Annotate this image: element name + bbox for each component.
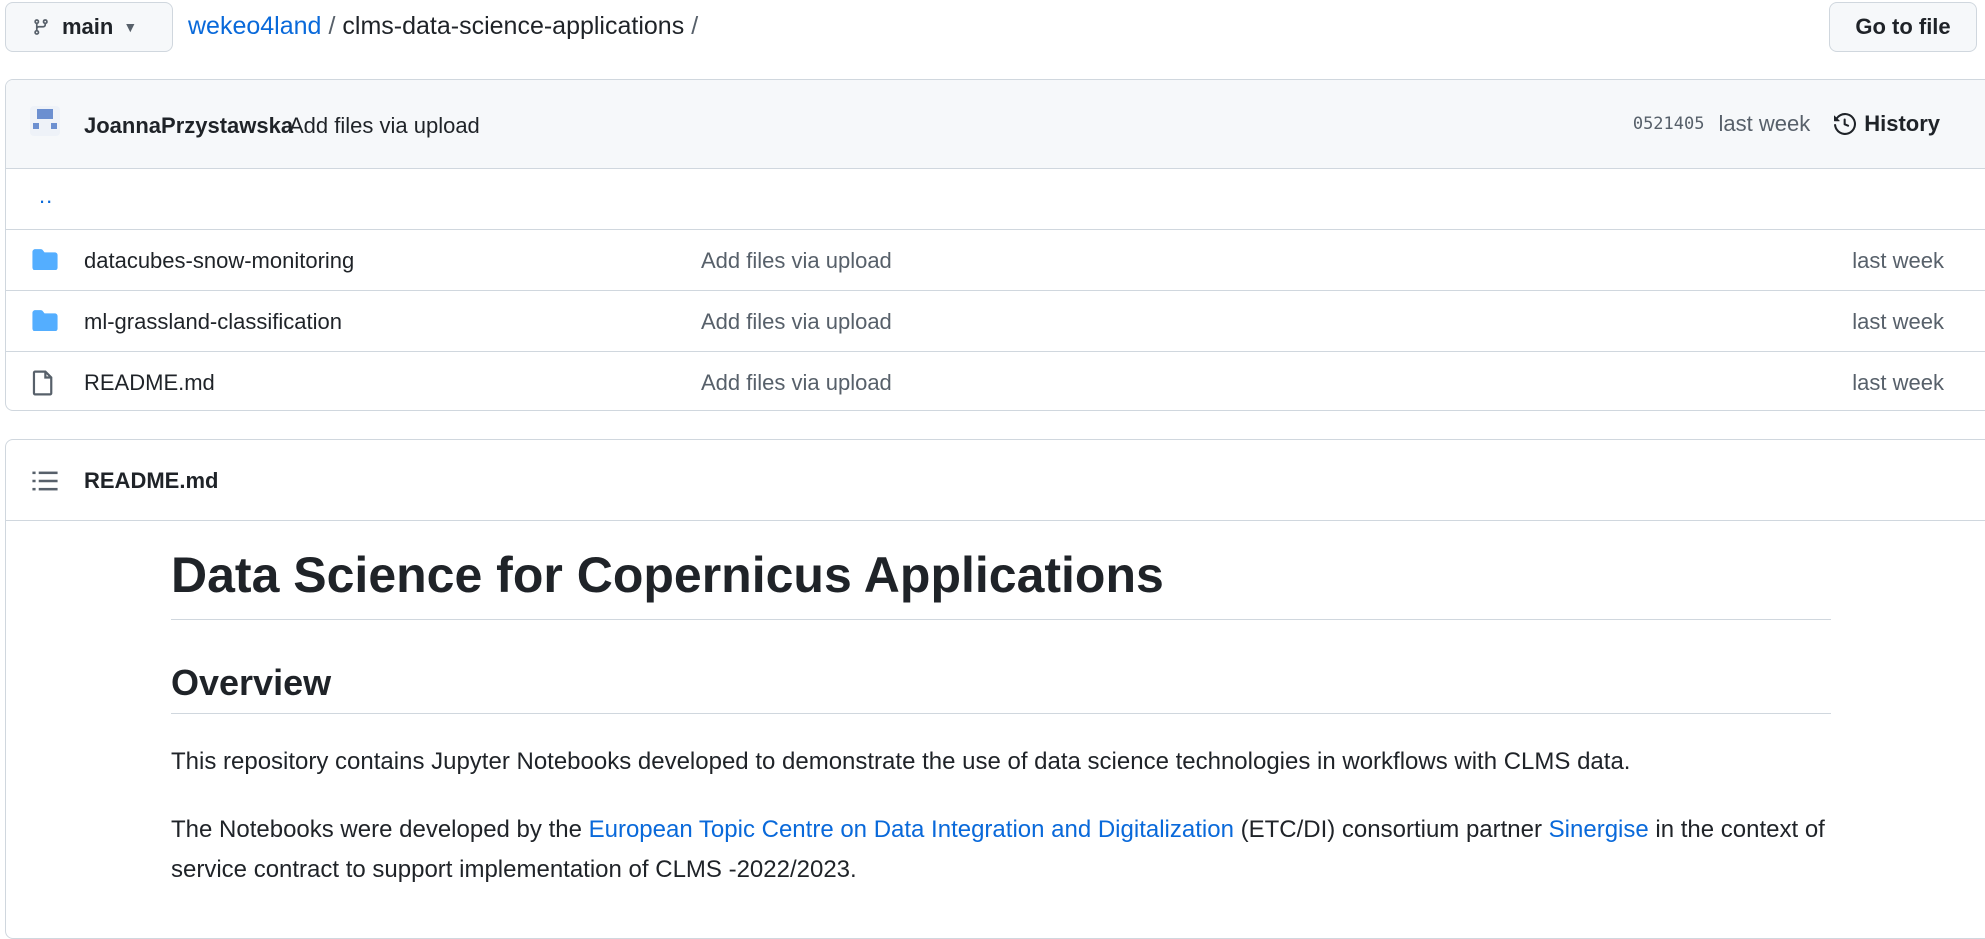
paragraph-text: (ETC/DI) consortium partner (1233, 816, 1549, 844)
caret-down-icon: ▼ (123, 19, 138, 35)
file-commit-message-link[interactable]: Add files via upload (701, 309, 892, 335)
avatar[interactable] (30, 106, 60, 136)
history-icon (1834, 113, 1857, 135)
repo-topbar: main ▼ wekeo4land / clms-data-science-appl… (0, 0, 1985, 56)
file-row[interactable]: README.md Add files via upload last week (6, 352, 1985, 410)
branch-name: main (62, 14, 114, 39)
commit-author-link[interactable]: JoannaPrzystawska (84, 113, 293, 139)
readme-paragraph: This repository contains Jupyter Noteboo… (171, 748, 1631, 776)
history-label: History (1864, 111, 1940, 136)
readme-content: Data Science for Copernicus Applications… (171, 520, 1831, 890)
readme-heading-2: Overview (171, 662, 1831, 715)
file-name-link[interactable]: datacubes-snow-monitoring (84, 248, 354, 274)
commit-meta: 0521405 last week History (1633, 111, 1940, 137)
readme-panel: README.md Data Science for Copernicus Ap… (5, 439, 1985, 939)
commit-sha-link[interactable]: 0521405 (1633, 114, 1705, 134)
table-of-contents-icon[interactable] (32, 470, 58, 492)
parent-directory-link[interactable]: .. (39, 183, 53, 209)
parent-directory-row[interactable]: .. (6, 169, 1985, 230)
commit-message-link[interactable]: Add files via upload (289, 113, 480, 139)
readme-filename-link[interactable]: README.md (84, 468, 218, 494)
etc-di-link[interactable]: European Topic Centre on Data Integratio… (589, 816, 1234, 843)
git-branch-icon (34, 19, 48, 35)
breadcrumb-owner-link[interactable]: wekeo4land (188, 12, 321, 40)
file-row[interactable]: datacubes-snow-monitoring Add files via … (6, 230, 1985, 291)
breadcrumb-separator: / (691, 12, 699, 40)
branch-selector-button[interactable]: main ▼ (5, 2, 173, 52)
file-name-link[interactable]: ml-grassland-classification (84, 309, 342, 335)
commit-time: last week (1718, 111, 1811, 136)
file-row[interactable]: ml-grassland-classification Add files vi… (6, 291, 1985, 352)
go-to-file-button[interactable]: Go to file (1829, 2, 1977, 52)
file-commit-message-link[interactable]: Add files via upload (701, 370, 892, 396)
folder-icon (32, 249, 58, 270)
file-commit-date: last week (1852, 248, 1944, 273)
file-commit-date: last week (1852, 370, 1944, 395)
file-browser: JoannaPrzystawska Add files via upload 0… (5, 79, 1985, 411)
latest-commit-bar: JoannaPrzystawska Add files via upload 0… (6, 80, 1985, 169)
paragraph-text: The Notebooks were developed by the (171, 816, 589, 844)
breadcrumb-separator: / (328, 12, 336, 40)
history-link[interactable]: History (1834, 111, 1940, 137)
breadcrumb: wekeo4land / clms-data-science-application… (188, 12, 705, 41)
file-name-link[interactable]: README.md (84, 370, 215, 396)
breadcrumb-repo: clms-data-science-applications (342, 12, 685, 40)
readme-heading-1: Data Science for Copernicus Applications (171, 548, 1831, 620)
file-icon (32, 370, 53, 396)
file-commit-date: last week (1852, 309, 1944, 334)
folder-icon (32, 310, 58, 331)
readme-header: README.md (6, 440, 1985, 521)
sinergise-link[interactable]: Sinergise (1549, 816, 1649, 843)
readme-paragraph: The Notebooks were developed by the Euro… (171, 810, 1831, 890)
file-commit-message-link[interactable]: Add files via upload (701, 248, 892, 274)
